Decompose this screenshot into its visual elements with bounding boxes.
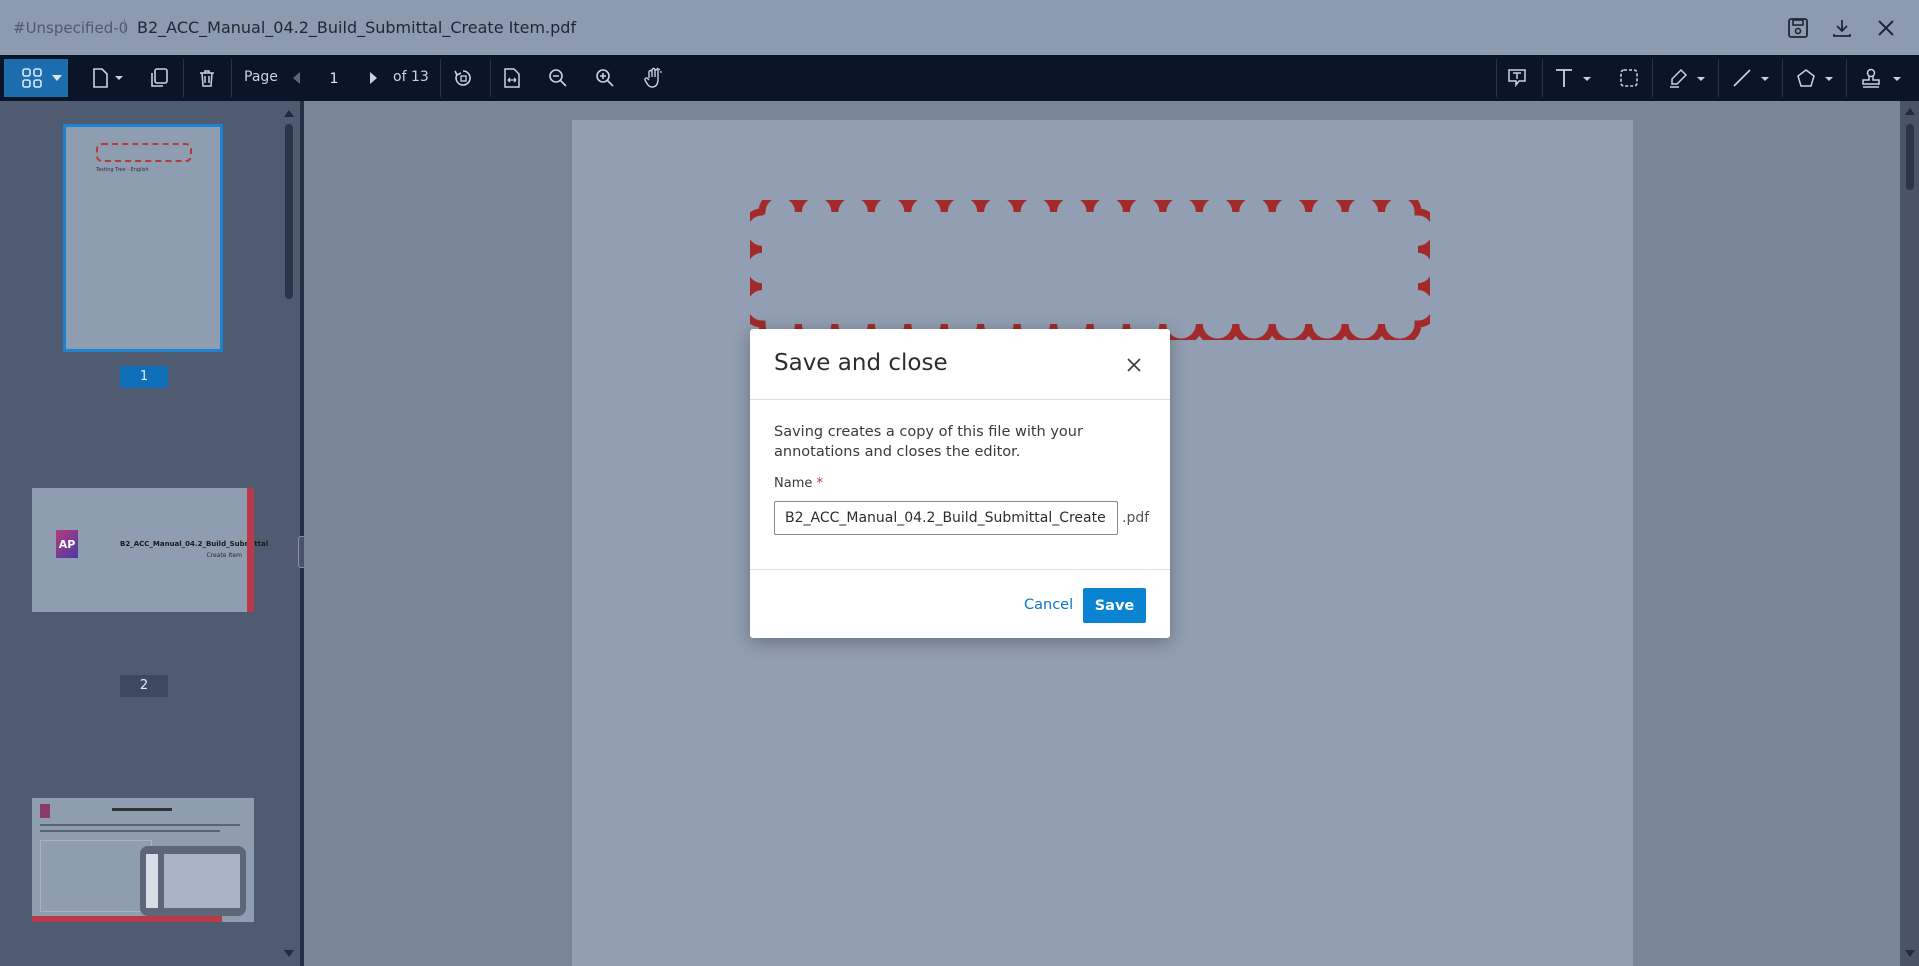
title-bar: #Unspecified-0 B2_ACC_Manual_04.2_Build_… bbox=[0, 0, 1919, 55]
toolbar-divider bbox=[1542, 59, 1543, 97]
delete-page-icon[interactable] bbox=[192, 63, 222, 93]
required-mark: * bbox=[816, 476, 824, 491]
thumbnail-footer-bar bbox=[32, 916, 222, 922]
title-divider bbox=[124, 19, 125, 35]
fit-width-icon[interactable] bbox=[497, 63, 527, 93]
line-tool-button[interactable] bbox=[1728, 63, 1774, 93]
thumbnail-device bbox=[140, 846, 246, 916]
chevron-down-icon bbox=[52, 75, 62, 81]
text-box-icon[interactable] bbox=[1502, 63, 1532, 93]
close-icon[interactable] bbox=[1122, 353, 1146, 377]
previous-page-icon[interactable] bbox=[290, 63, 304, 93]
file-extension: .pdf bbox=[1122, 510, 1150, 526]
thumbnail-screenshot bbox=[40, 840, 152, 912]
scroll-up-icon[interactable] bbox=[1905, 108, 1915, 116]
page-thumbnail-1[interactable]: Testing Tree - English bbox=[63, 124, 223, 352]
page-label: Page bbox=[244, 69, 278, 85]
page-number-input[interactable] bbox=[308, 65, 360, 93]
dialog-divider bbox=[750, 569, 1170, 570]
next-page-icon[interactable] bbox=[366, 63, 380, 93]
toolbar-divider bbox=[440, 59, 441, 97]
thumbnail-logo bbox=[40, 804, 50, 818]
ap-logo: AP bbox=[56, 530, 78, 558]
copy-page-icon[interactable] bbox=[144, 63, 174, 93]
highlighter-button[interactable] bbox=[1664, 63, 1710, 93]
page-number-badge-2: 2 bbox=[120, 675, 168, 697]
text-tool-button[interactable] bbox=[1550, 63, 1596, 93]
toolbar-divider bbox=[1718, 59, 1719, 97]
dialog-divider bbox=[750, 399, 1170, 400]
pdf-editor-app: #Unspecified-0 B2_ACC_Manual_04.2_Build_… bbox=[0, 0, 1919, 966]
page-thumbnail-2[interactable]: AP B2_ACC_Manual_04.2_Build_Submittal Cr… bbox=[32, 488, 268, 612]
zoom-in-icon[interactable] bbox=[590, 63, 620, 93]
thumbnail-view-button[interactable] bbox=[4, 59, 68, 97]
cloud-markup[interactable] bbox=[750, 200, 1430, 340]
toolbar-divider bbox=[183, 59, 184, 97]
save-icon[interactable] bbox=[1784, 14, 1812, 42]
thumbnail-title: B2_ACC_Manual_04.2_Build_Submittal bbox=[120, 540, 269, 548]
toolbar-divider bbox=[490, 59, 491, 97]
name-label-text: Name bbox=[774, 476, 813, 491]
toolbar-divider bbox=[1652, 59, 1653, 97]
document-title: B2_ACC_Manual_04.2_Build_Submittal_Creat… bbox=[137, 18, 577, 37]
dialog-description: Saving creates a copy of this file with … bbox=[774, 424, 1083, 460]
page-total: of 13 bbox=[393, 69, 429, 85]
main-toolbar: Page of 13 bbox=[0, 55, 1919, 101]
save-button[interactable]: Save bbox=[1083, 588, 1146, 623]
canvas-scroll-thumb[interactable] bbox=[1906, 124, 1914, 190]
thumbnail-accent-bar bbox=[247, 488, 254, 612]
new-page-button[interactable] bbox=[84, 63, 128, 93]
document-tag: #Unspecified-0 bbox=[13, 19, 129, 37]
toolbar-divider bbox=[231, 59, 232, 97]
thumbnail-text: Testing Tree - English bbox=[96, 167, 149, 173]
thumbnail-line bbox=[40, 824, 240, 826]
stamp-tool-button[interactable] bbox=[1856, 63, 1906, 93]
dialog-title: Save and close bbox=[774, 350, 948, 376]
file-name-input[interactable] bbox=[774, 501, 1118, 535]
rotate-icon[interactable] bbox=[448, 63, 478, 93]
page-number-badge-1: 1 bbox=[120, 366, 168, 388]
cancel-button[interactable]: Cancel bbox=[1018, 588, 1079, 622]
toolbar-divider bbox=[1846, 59, 1847, 97]
polygon-tool-button[interactable] bbox=[1792, 63, 1838, 93]
thumbnail-line bbox=[40, 830, 220, 832]
close-icon[interactable] bbox=[1872, 14, 1900, 42]
grid-icon bbox=[22, 68, 42, 88]
name-field-label: Name * bbox=[774, 476, 823, 491]
area-select-icon[interactable] bbox=[1614, 63, 1644, 93]
sidebar-scroll-thumb[interactable] bbox=[285, 124, 293, 299]
save-and-close-dialog: Save and close Saving creates a copy of … bbox=[750, 329, 1170, 638]
pan-hand-icon[interactable] bbox=[638, 63, 668, 93]
zoom-out-icon[interactable] bbox=[543, 63, 573, 93]
thumbnail-subtitle: Create Item bbox=[206, 552, 242, 559]
toolbar-divider bbox=[1496, 59, 1497, 97]
toolbar-divider bbox=[1782, 59, 1783, 97]
cloud-markup-thumbnail bbox=[96, 143, 192, 162]
thumbnail-heading bbox=[112, 808, 172, 811]
page-thumbnail-3[interactable] bbox=[32, 798, 254, 922]
scroll-down-icon[interactable] bbox=[1905, 950, 1915, 958]
download-icon[interactable] bbox=[1828, 14, 1856, 42]
